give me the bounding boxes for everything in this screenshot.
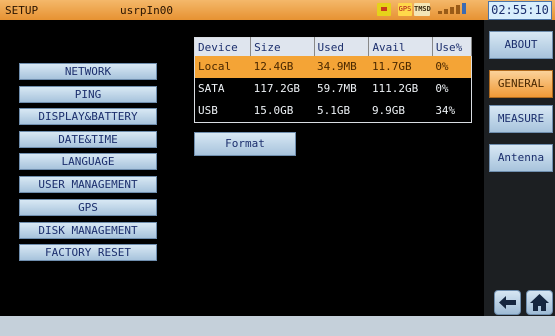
cell-used: 5.1GB (317, 104, 351, 118)
tab-about[interactable]: ABOUT (489, 31, 553, 59)
table-row-local[interactable]: Local 12.4GB 34.9MB 11.7GB 0% (194, 56, 472, 78)
home-icon (530, 294, 549, 311)
clock: 02:55:10 (488, 1, 552, 20)
menu-factory-reset-button[interactable]: FACTORY RESET (19, 244, 157, 261)
status-bar: SETUP usrpIn00 GPS TMSD 02:55:10 (0, 0, 555, 20)
menu-ping-button[interactable]: PING (19, 86, 157, 103)
column-header: Used (314, 37, 370, 56)
cell-avail: 11.7GB (368, 56, 433, 78)
cell-avail: 111.2GB (371, 82, 419, 96)
column-header: Use% (432, 37, 473, 56)
tab-antenna[interactable]: Antenna (489, 144, 553, 172)
menu-language-button[interactable]: LANGUAGE (19, 153, 157, 170)
menu-display-battery-button[interactable]: DISPLAY&BATTERY (19, 108, 157, 125)
gps-icon: GPS (398, 3, 412, 16)
cell-size: 12.4GB (250, 56, 315, 78)
menu-disk-management-button[interactable]: DISK MANAGEMENT (19, 222, 157, 239)
back-arrow-icon (499, 296, 516, 309)
home-button[interactable] (526, 290, 553, 315)
screen-title: SETUP (5, 4, 39, 17)
bottom-bezel (0, 316, 555, 336)
cell-avail: 9.9GB (371, 104, 406, 118)
menu-network-button[interactable]: NETWORK (19, 63, 157, 80)
tab-general[interactable]: GENERAL (489, 70, 553, 98)
column-header: Device (194, 37, 252, 56)
disk-table: Device Size Used Avail Use% Local 12.4GB… (194, 37, 473, 123)
column-header: Avail (368, 37, 433, 56)
cell-used: 59.7MB (317, 82, 357, 96)
mode-icon: TMSD (414, 3, 431, 16)
table-header-row: Device Size Used Avail Use% (194, 37, 473, 56)
cell-use-pct: 34% (435, 104, 456, 118)
screen: SETUP usrpIn00 GPS TMSD 02:55:10 NETWORK… (0, 0, 555, 336)
wifi-icon (377, 3, 391, 16)
cell-size: 15.0GB (253, 104, 294, 118)
table-row-sata[interactable]: SATA 117.2GB 59.7MB 111.2GB 0% (195, 78, 472, 100)
cell-size: 117.2GB (253, 82, 301, 96)
signal-icon (434, 3, 488, 16)
menu-gps-button[interactable]: GPS (19, 199, 157, 216)
menu-user-management-button[interactable]: USER MANAGEMENT (19, 176, 157, 193)
tab-measure[interactable]: MEASURE (489, 105, 553, 133)
cell-device: Local (194, 56, 251, 78)
column-header: Size (250, 37, 315, 56)
back-button[interactable] (494, 290, 521, 315)
cell-used: 34.9MB (314, 56, 369, 78)
table-row-usb[interactable]: USB 15.0GB 5.1GB 9.9GB 34% (195, 100, 472, 123)
cell-use-pct: 0% (435, 82, 449, 96)
cell-use-pct: 0% (432, 56, 472, 78)
device-name: usrpIn00 (120, 4, 173, 17)
menu-date-time-button[interactable]: DATE&TIME (19, 131, 157, 148)
cell-device: SATA (198, 82, 225, 96)
format-button[interactable]: Format (194, 132, 296, 156)
cell-device: USB (198, 104, 218, 118)
